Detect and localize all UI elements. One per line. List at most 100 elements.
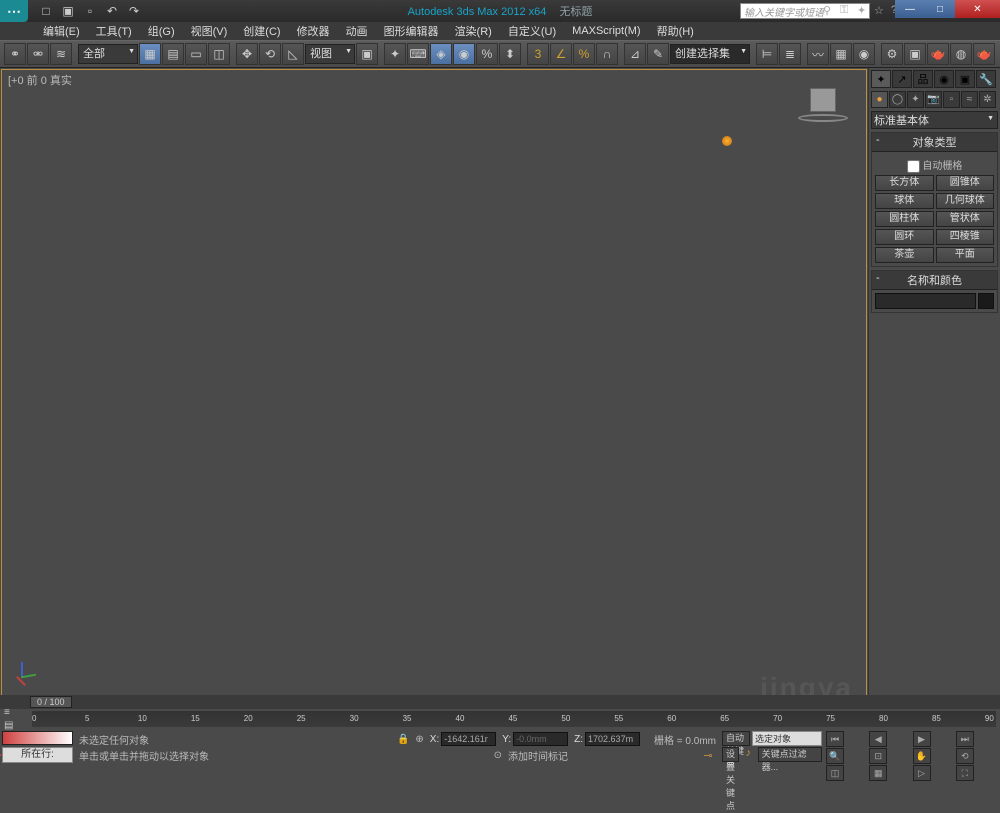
view-cube-face[interactable] [810,88,836,112]
auto-key-button[interactable]: 自动关键点 [722,731,750,746]
align-icon[interactable]: ⊨ [756,43,778,65]
systems-icon[interactable]: ✲ [979,91,996,108]
motion-tab-icon[interactable]: ◉ [934,70,954,88]
menu-grapheditors[interactable]: 图形编辑器 [376,23,447,39]
auto-grid-input[interactable] [907,160,920,173]
new-icon[interactable]: □ [38,3,54,19]
select-move-icon[interactable]: ✥ [236,43,258,65]
geometry-icon[interactable]: ● [871,91,888,108]
set-key-icon[interactable]: ♪ [741,747,756,763]
menu-customize[interactable]: 自定义(U) [500,23,564,39]
goto-start-icon[interactable]: ⏮ [826,731,844,747]
helpers-icon[interactable]: ▫ [943,91,960,108]
box-button[interactable]: 长方体 [875,175,934,191]
select-rotate-icon[interactable]: ⟲ [259,43,281,65]
percent-snap-icon[interactable]: % [476,43,498,65]
link-icon[interactable]: ⚭ [4,43,26,65]
display-tab-icon[interactable]: ▣ [955,70,975,88]
menu-maxscript[interactable]: MAXScript(M) [564,25,648,37]
menu-rendering[interactable]: 渲染(R) [447,23,500,39]
angle-snap-icon[interactable]: ◉ [453,43,475,65]
create-tab-icon[interactable]: ✦ [871,70,891,88]
search-icon[interactable]: ⚲ [823,4,837,18]
macro-recorder[interactable] [2,731,73,745]
viewport-label[interactable]: [+0 前 0 真实 [8,72,72,88]
cylinder-button[interactable]: 圆柱体 [875,211,934,227]
window-crossing-icon[interactable]: ◫ [208,43,230,65]
key-filters-button[interactable]: 关键点过滤器... [758,747,822,762]
named-selection-set-dropdown[interactable]: 创建选择集 [670,44,750,64]
cameras-icon[interactable]: 📷 [925,91,942,108]
key-mode-icon[interactable]: ⊸ [700,749,716,762]
teapot-render-icon[interactable]: 🫖 [973,43,995,65]
named-sel-icon[interactable]: 3 [527,43,549,65]
bind-icon[interactable]: ≋ [50,43,72,65]
track-bar[interactable]: ≡ ▤ 051015202530354045505560657075808590 [0,709,1000,729]
ref-coord-dropdown[interactable]: 视图 [305,44,355,64]
maximize-button[interactable]: □ [925,0,955,18]
select-scale-icon[interactable]: ◺ [282,43,304,65]
menu-tools[interactable]: 工具(T) [88,23,140,39]
menu-group[interactable]: 组(G) [140,23,183,39]
pivot-icon[interactable]: ▣ [356,43,378,65]
save-icon[interactable]: ▫ [82,3,98,19]
snap-toggle-icon[interactable]: ◈ [430,43,452,65]
plane-button[interactable]: 平面 [936,247,995,263]
mirror-icon[interactable]: ⊿ [624,43,646,65]
auto-grid-checkbox[interactable]: 自动栅格 [875,155,994,175]
sphere-button[interactable]: 球体 [875,193,934,209]
menu-help[interactable]: 帮助(H) [649,23,702,39]
menu-edit[interactable]: 编辑(E) [35,23,88,39]
name-color-header[interactable]: 名称和颜色 [872,271,997,290]
zoom-icon[interactable]: 🔍 [826,748,844,764]
lock-selection-icon[interactable]: 🔒 [397,734,409,745]
view-cube-ring[interactable] [798,114,848,122]
open-icon[interactable]: ▣ [60,3,76,19]
geometry-category-dropdown[interactable]: 标准基本体 [871,111,998,129]
track-config-icon[interactable]: ▤ [4,720,28,731]
curve-editor-icon[interactable]: 〰 [807,43,829,65]
render-setup-icon[interactable]: ⚙ [881,43,903,65]
undo-icon[interactable]: ↶ [104,3,120,19]
object-name-input[interactable] [875,293,976,309]
zoom-extents-icon[interactable]: ◫ [826,765,844,781]
minimize-button[interactable]: — [895,0,925,18]
time-slider-handle[interactable]: 0 / 100 [30,696,72,708]
exchange-icon[interactable]: ✦ [857,4,871,18]
add-time-tag[interactable]: 添加时间标记 [508,748,568,763]
shapes-icon[interactable]: ◯ [889,91,906,108]
paint-icon[interactable]: ✎ [647,43,669,65]
maximize-viewport-icon[interactable]: ⛶ [956,765,974,781]
utilities-tab-icon[interactable]: 🔧 [976,70,996,88]
spinner-snap-icon[interactable]: ⬍ [499,43,521,65]
select-region-icon[interactable]: ▭ [185,43,207,65]
pyramid-button[interactable]: 四棱锥 [936,229,995,245]
object-color-swatch[interactable] [978,293,994,309]
teapot-button[interactable]: 茶壶 [875,247,934,263]
mini-curve-editor-icon[interactable]: ≡ [4,707,28,718]
close-button[interactable]: ✕ [955,0,1000,18]
zoom-all-icon[interactable]: ⊡ [869,748,887,764]
time-slider[interactable]: 0 / 100 [0,695,1000,709]
set-key-button[interactable]: 设置关键点 [722,747,739,762]
fov-icon[interactable]: ▷ [913,765,931,781]
keyboard-shortcut-icon[interactable]: ⌨ [407,43,429,65]
hierarchy-tab-icon[interactable]: 品 [913,70,933,88]
magnet-icon[interactable]: ∩ [596,43,618,65]
render-iterative-icon[interactable]: ◍ [950,43,972,65]
menu-views[interactable]: 视图(V) [183,23,236,39]
menu-create[interactable]: 创建(C) [235,23,288,39]
menu-animation[interactable]: 动画 [338,23,376,39]
selection-filter-dropdown[interactable]: 全部 [78,44,138,64]
menu-modifiers[interactable]: 修改器 [289,23,338,39]
modify-tab-icon[interactable]: ↗ [892,70,912,88]
key-target-dropdown[interactable]: 选定对象 [752,731,822,746]
unlink-icon[interactable]: ⚮ [27,43,49,65]
redo-icon[interactable]: ↷ [126,3,142,19]
x-coord-input[interactable] [441,732,496,746]
app-logo-icon[interactable]: ⋯ [0,0,28,22]
favorite-icon[interactable]: ☆ [874,4,888,18]
torus-button[interactable]: 圆环 [875,229,934,245]
tube-button[interactable]: 管状体 [936,211,995,227]
goto-end-icon[interactable]: ⏭ [956,731,974,747]
